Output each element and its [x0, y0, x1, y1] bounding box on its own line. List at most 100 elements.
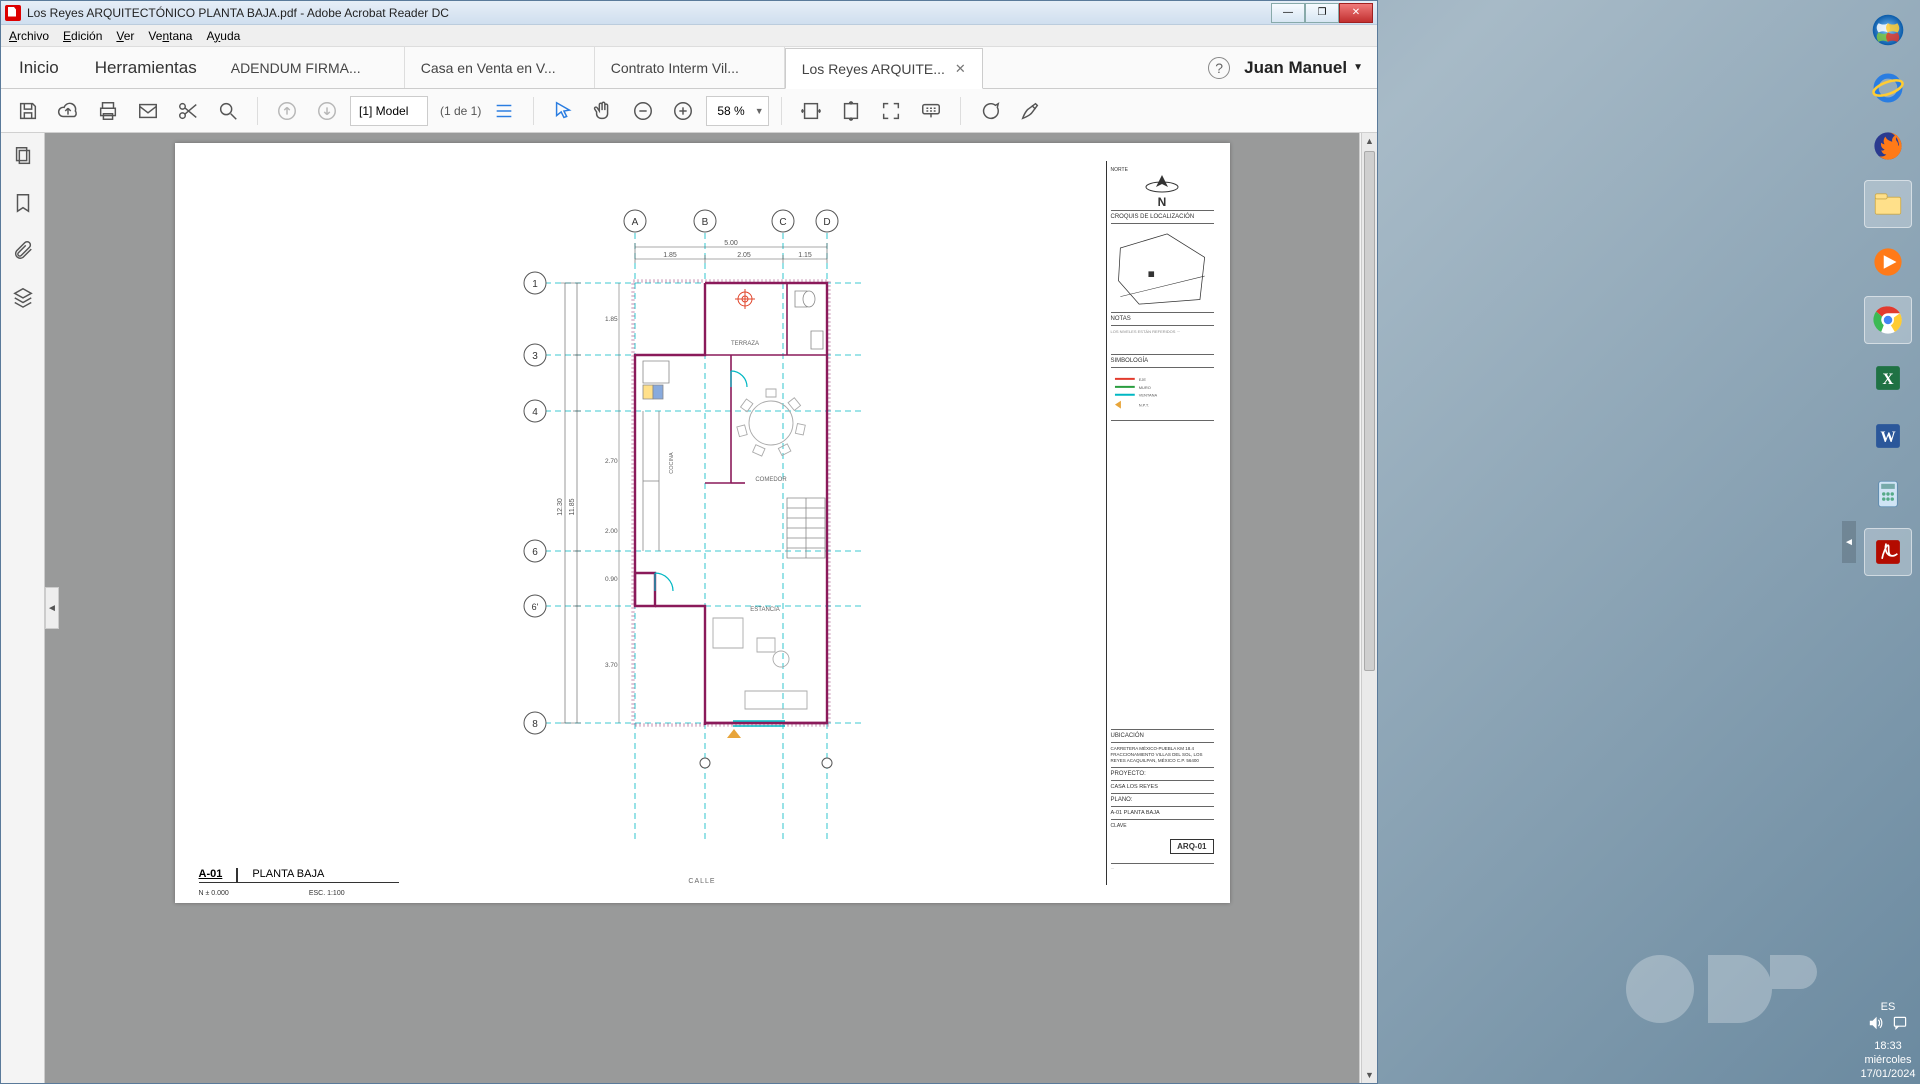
desktop-peek-arrow[interactable]: ◄ — [1842, 521, 1856, 563]
sheet-code: ARQ-01 — [1170, 839, 1213, 854]
tab-contrato[interactable]: Contrato Interm Vil... — [595, 47, 785, 88]
tray-time[interactable]: 18:33 — [1874, 1040, 1902, 1052]
svg-text:A: A — [631, 217, 638, 228]
ie-icon[interactable] — [1864, 64, 1912, 112]
menu-ventana[interactable]: Ventana — [148, 29, 192, 43]
user-menu[interactable]: Juan Manuel▼ — [1244, 58, 1377, 78]
fit-page-icon[interactable] — [834, 94, 868, 128]
page-indicator[interactable] — [350, 96, 428, 126]
tray-volume-icon[interactable] — [1868, 1015, 1884, 1034]
tab-close-icon[interactable]: ✕ — [955, 61, 966, 77]
tab-label: Contrato Interm Vil... — [611, 60, 739, 76]
zoom-out-icon[interactable] — [626, 94, 660, 128]
sheet-subtitle: N ± 0.000 ESC. 1:100 — [199, 890, 345, 897]
start-orb[interactable] — [1864, 6, 1912, 54]
print-icon[interactable] — [91, 94, 125, 128]
fullscreen-icon[interactable] — [874, 94, 908, 128]
left-rail — [1, 133, 45, 1083]
svg-text:X: X — [1882, 371, 1893, 388]
viewport[interactable]: A B C D 1 3 4 6 6' 8 — [45, 133, 1359, 1083]
sign-icon[interactable] — [1013, 94, 1047, 128]
media-player-icon[interactable] — [1864, 238, 1912, 286]
menu-ayuda[interactable]: Ayuda — [206, 29, 240, 43]
prev-page-icon[interactable] — [270, 94, 304, 128]
save-icon[interactable] — [11, 94, 45, 128]
search-icon[interactable] — [211, 94, 245, 128]
notas-label: NOTAS — [1111, 316, 1214, 326]
tray-date[interactable]: 17/01/2024 — [1860, 1068, 1915, 1080]
scroll-up-icon[interactable]: ▲ — [1362, 133, 1377, 149]
maximize-button[interactable]: ❐ — [1305, 3, 1339, 23]
cloud-upload-icon[interactable] — [51, 94, 85, 128]
collapse-left-rail[interactable]: ◄ — [45, 587, 59, 629]
excel-icon[interactable]: X — [1864, 354, 1912, 402]
attachments-panel-icon[interactable] — [12, 239, 34, 266]
north-label: NORTE — [1111, 167, 1128, 173]
tab-label: Los Reyes ARQUITE... — [802, 61, 945, 77]
herramientas-button[interactable]: Herramientas — [77, 47, 215, 88]
acrobat-dock-icon[interactable] — [1864, 528, 1912, 576]
svg-text:0.90: 0.90 — [605, 576, 618, 583]
scroll-down-icon[interactable]: ▼ — [1362, 1067, 1377, 1083]
page-count: (1 de 1) — [440, 104, 481, 118]
scissors-icon[interactable] — [171, 94, 205, 128]
explorer-icon[interactable] — [1864, 180, 1912, 228]
read-aloud-icon[interactable] — [914, 94, 948, 128]
title-bar[interactable]: Los Reyes ARQUITECTÓNICO PLANTA BAJA.pdf… — [1, 1, 1377, 25]
minimize-button[interactable]: — — [1271, 3, 1305, 23]
proyecto-label: PROYECTO: — [1111, 771, 1214, 781]
document-tabs: ADENDUM FIRMA... Casa en Venta en V... C… — [215, 47, 1208, 88]
svg-text:COMEDOR: COMEDOR — [755, 477, 787, 483]
pages-panel-icon[interactable] — [12, 145, 34, 172]
sheet-name: PLANTA BAJA — [252, 868, 324, 880]
svg-text:6: 6 — [532, 547, 538, 558]
svg-text:W: W — [1880, 429, 1896, 446]
zoom-in-icon[interactable] — [666, 94, 700, 128]
menu-ver[interactable]: Ver — [116, 29, 134, 43]
mail-icon[interactable] — [131, 94, 165, 128]
next-page-icon[interactable] — [310, 94, 344, 128]
scroll-thumb[interactable] — [1364, 151, 1375, 671]
comment-icon[interactable] — [973, 94, 1007, 128]
title-block-filler — [1111, 424, 1214, 730]
sheet-code-box: ARQ-01 — [1111, 832, 1214, 860]
menu-edicion[interactable]: Edición — [63, 29, 102, 43]
svg-text:11.85: 11.85 — [569, 498, 576, 515]
hand-icon[interactable] — [586, 94, 620, 128]
tray-lang[interactable]: ES — [1881, 1001, 1896, 1013]
sheet-index: A-01 — [199, 868, 223, 880]
location-map — [1111, 227, 1214, 313]
tray-action-center-icon[interactable] — [1892, 1015, 1908, 1034]
word-icon[interactable]: W — [1864, 412, 1912, 460]
svg-text:4: 4 — [532, 407, 538, 418]
help-icon[interactable]: ? — [1208, 57, 1230, 79]
page-input[interactable] — [359, 104, 419, 118]
tray-day: miércoles — [1864, 1054, 1911, 1066]
toolbar-separator — [257, 97, 258, 125]
chrome-icon[interactable] — [1864, 296, 1912, 344]
fit-width-icon[interactable] — [794, 94, 828, 128]
sheet-level: N ± 0.000 — [199, 890, 229, 897]
firefox-icon[interactable] — [1864, 122, 1912, 170]
close-button[interactable]: ✕ — [1339, 3, 1373, 23]
pointer-icon[interactable] — [546, 94, 580, 128]
tab-label: Casa en Venta en V... — [421, 60, 556, 76]
north-letter: N — [1158, 195, 1167, 209]
watermark-logo — [1620, 919, 1840, 1044]
vertical-scrollbar[interactable]: ▲ ▼ — [1361, 133, 1377, 1083]
tab-casa-venta[interactable]: Casa en Venta en V... — [405, 47, 595, 88]
notas-text: LOS NIVELES ESTÁN REFERIDOS ··· — [1111, 329, 1214, 355]
window-title: Los Reyes ARQUITECTÓNICO PLANTA BAJA.pdf… — [27, 6, 1271, 20]
tab-adendum[interactable]: ADENDUM FIRMA... — [215, 47, 405, 88]
inicio-button[interactable]: Inicio — [1, 47, 77, 88]
calculator-icon[interactable] — [1864, 470, 1912, 518]
tab-los-reyes[interactable]: Los Reyes ARQUITE... ✕ — [785, 48, 983, 89]
tab-label: ADENDUM FIRMA... — [231, 60, 361, 76]
layers-panel-icon[interactable] — [12, 286, 34, 313]
toolbar-separator — [960, 97, 961, 125]
thumbnails-icon[interactable] — [487, 94, 521, 128]
menu-archivo[interactable]: Archivo — [9, 29, 49, 43]
zoom-select[interactable]: 58 %▼ — [706, 96, 768, 126]
bookmark-panel-icon[interactable] — [12, 192, 34, 219]
svg-text:D: D — [823, 217, 830, 228]
